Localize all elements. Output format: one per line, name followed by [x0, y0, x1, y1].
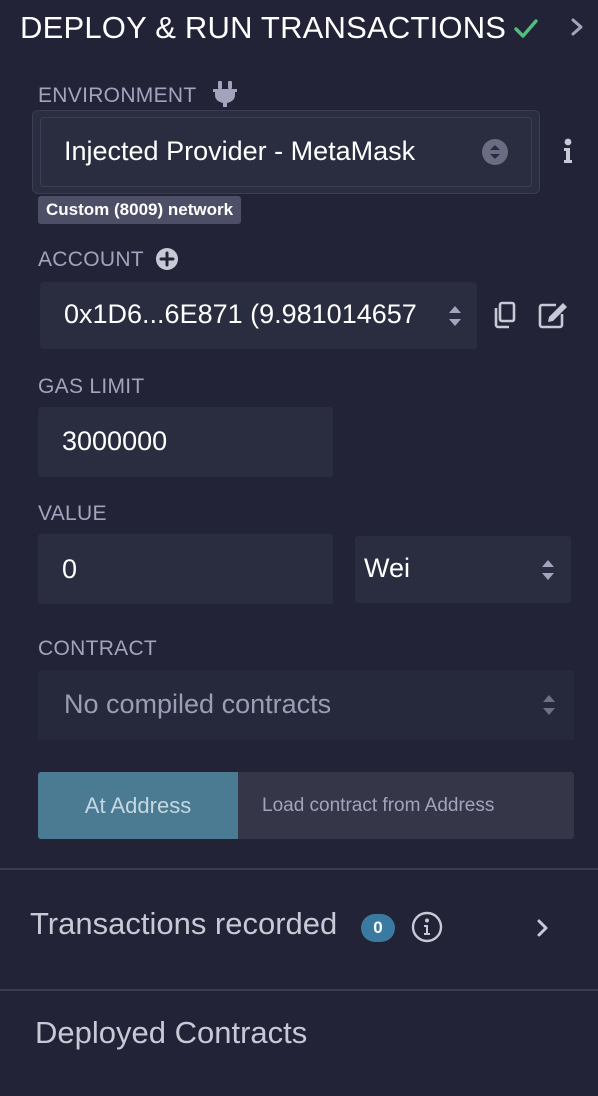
contract-label: CONTRACT [38, 637, 158, 660]
account-select[interactable]: 0x1D6...6E871 (9.981014657 [40, 282, 477, 349]
panel-title: DEPLOY & RUN TRANSACTIONS [20, 10, 507, 45]
chevron-right-icon[interactable] [535, 917, 551, 939]
plug-icon[interactable] [212, 80, 238, 108]
plus-circle-icon[interactable] [155, 247, 179, 271]
environment-select[interactable]: Injected Provider - MetaMask [40, 117, 532, 187]
transactions-recorded-title[interactable]: Transactions recorded [30, 906, 337, 942]
account-label: ACCOUNT [38, 248, 144, 271]
gas-limit-label: GAS LIMIT [38, 375, 145, 398]
at-address-button[interactable]: At Address [38, 772, 238, 839]
transactions-count-badge: 0 [361, 914, 395, 942]
value-unit-selected: Wei [364, 553, 411, 583]
chevron-right-icon[interactable] [568, 16, 586, 38]
value-unit-select[interactable]: Wei [355, 536, 571, 603]
contract-select[interactable]: No compiled contracts [38, 670, 574, 740]
info-circle-icon[interactable] [411, 911, 443, 943]
select-arrows-icon [449, 306, 461, 326]
environment-selected-value: Injected Provider - MetaMask [64, 136, 416, 166]
gas-limit-value: 3000000 [62, 426, 168, 456]
select-arrows-icon [542, 560, 554, 580]
value-input[interactable]: 0 [38, 534, 333, 604]
deployed-contracts-title: Deployed Contracts [35, 1015, 308, 1050]
at-address-input[interactable]: Load contract from Address [238, 772, 574, 839]
environment-label: ENVIRONMENT [38, 84, 197, 107]
check-icon [514, 19, 538, 38]
value-label: VALUE [38, 502, 107, 525]
select-arrows-icon [543, 695, 555, 715]
info-icon[interactable] [561, 137, 575, 165]
contract-selected-value: No compiled contracts [64, 689, 332, 719]
account-selected-value: 0x1D6...6E871 (9.981014657 [64, 299, 417, 329]
value-amount: 0 [62, 554, 78, 584]
select-arrows-icon [482, 139, 508, 165]
section-divider [0, 868, 598, 870]
edit-icon[interactable] [538, 301, 568, 329]
section-divider [0, 989, 598, 991]
gas-limit-input[interactable]: 3000000 [38, 407, 333, 477]
copy-icon[interactable] [492, 301, 516, 329]
network-badge: Custom (8009) network [38, 196, 242, 224]
